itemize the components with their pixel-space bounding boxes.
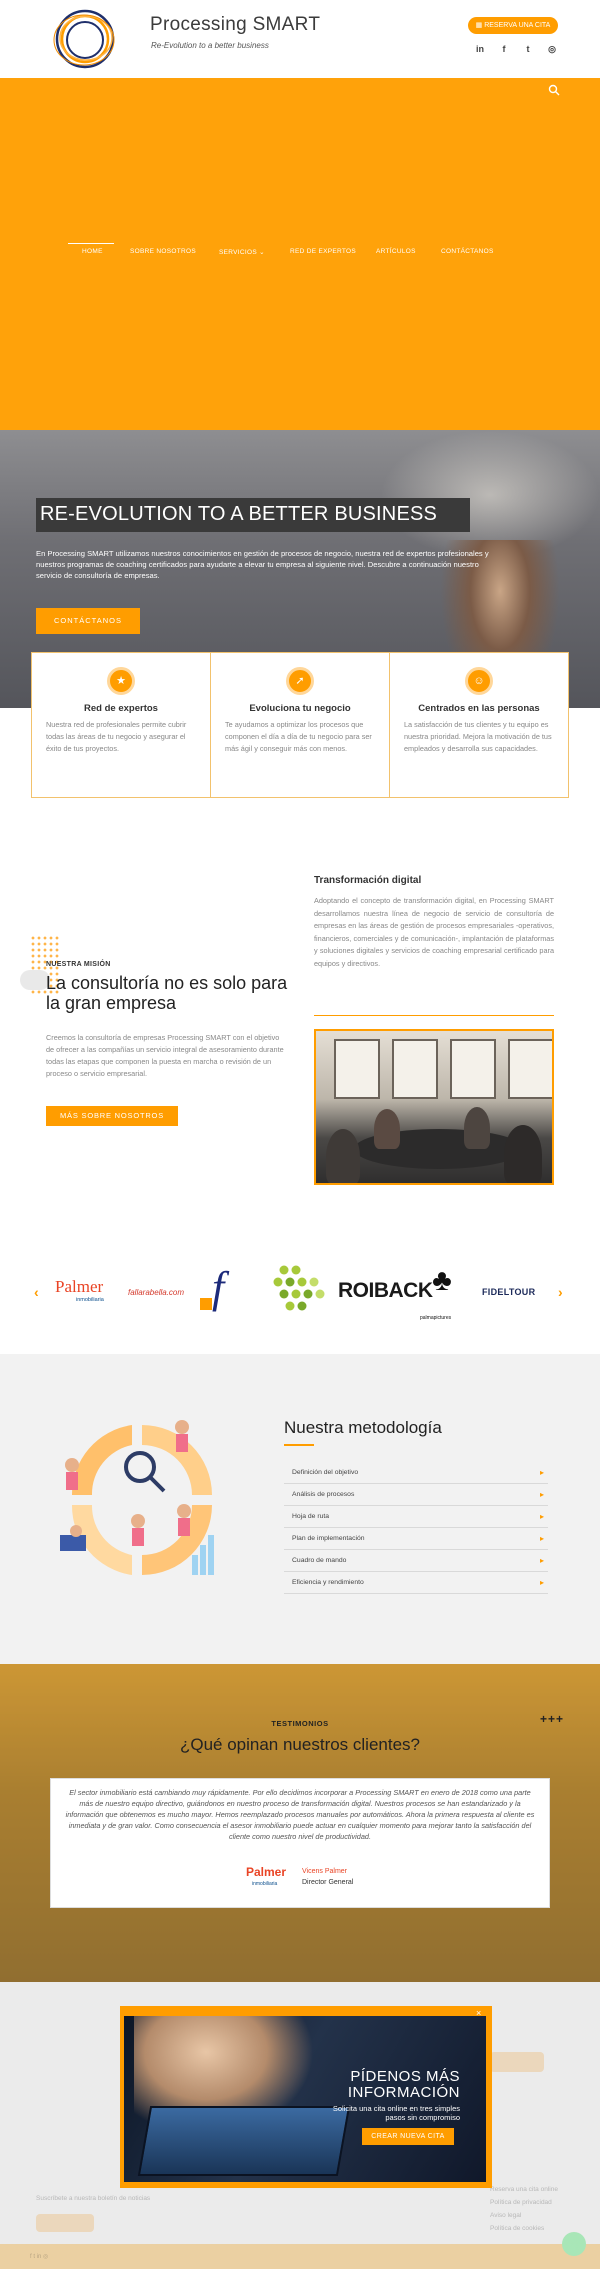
nav-item-home[interactable]: HOME (82, 248, 103, 255)
client-logo-square (200, 1298, 212, 1310)
methodology-accordion: Definición del objetivo ▸ Análisis de pro… (284, 1462, 548, 1594)
digital-text: Adoptando el concepto de transformación … (314, 896, 554, 968)
search-icon[interactable] (548, 84, 560, 96)
feature-title: Evoluciona tu negocio (249, 703, 351, 714)
client-logo-roiback-text: ROIBACK (338, 1279, 433, 1302)
carousel-prev-icon[interactable]: ‹ (34, 1284, 39, 1300)
mission-text: Creemos la consultoría de empresas Proce… (46, 1033, 284, 1078)
linkedin-icon[interactable]: in (474, 43, 486, 55)
accordion-item[interactable]: Definición del objetivo ▸ (284, 1462, 548, 1484)
nav-item-contact[interactable]: CONTÁCTANOS (441, 248, 494, 255)
chevron-right-icon: ▸ (539, 1468, 544, 1477)
accordion-item-label: Cuadro de mando (292, 1557, 347, 1564)
calendar-icon: ▦ (475, 22, 485, 29)
contact-button[interactable]: CONTÁCTANOS (36, 608, 140, 634)
methodology-illustration (60, 1420, 214, 1575)
accordion-item[interactable]: Cuadro de mando ▸ (284, 1550, 548, 1572)
main-nav: HOME SOBRE NOSOTROS SERVICIOS ⌄ RED DE E… (60, 248, 500, 262)
nav-item-experts[interactable]: RED DE EXPERTOS (290, 248, 356, 255)
client-logo-dots (273, 1265, 325, 1311)
feature-title: Centrados en las personas (418, 703, 540, 714)
site-header: Processing SMART Re-Evolution to a bette… (0, 0, 600, 78)
rocket-icon: ➚ (286, 667, 314, 695)
accordion-item-label: Plan de implementación (292, 1535, 365, 1542)
feature-text: La satisfacción de tus clientes y tu equ… (404, 720, 552, 753)
nav-item-services[interactable]: SERVICIOS ⌄ (219, 248, 265, 256)
divider (314, 1015, 554, 1016)
client-logo-palmer: Palmer (55, 1277, 104, 1296)
book-appointment-label: RESERVA UNA CITA (484, 22, 551, 29)
facebook-icon[interactable]: f (498, 43, 510, 55)
accordion-item[interactable]: Hoja de ruta ▸ (284, 1506, 548, 1528)
popup-image-tablet (137, 2106, 351, 2176)
accordion-item[interactable]: Plan de implementación ▸ (284, 1528, 548, 1550)
testimonials-title: ¿Qué opinan nuestros clientes? (179, 1735, 421, 1754)
nav-item-articles[interactable]: ARTÍCULOS (376, 248, 416, 255)
accordion-item[interactable]: Análisis de procesos ▸ (284, 1484, 548, 1506)
nav-active-indicator (68, 243, 114, 244)
testimonial-quote: El sector inmobiliario está cambiando mu… (65, 1788, 535, 1841)
client-logo-f: f (212, 1263, 225, 1312)
testimonial-logo-sub: inmobiliaria (252, 1881, 278, 1887)
digital-title: Transformación digital (314, 875, 422, 886)
testimonial-logo: Palmer (246, 1865, 287, 1879)
about-us-button[interactable]: MÁS SOBRE NOSOTROS (46, 1106, 178, 1126)
client-logo-roiback: ROIBACK (338, 1279, 433, 1303)
star-icon: ★ (107, 667, 135, 695)
chevron-right-icon: ▸ (539, 1534, 544, 1543)
client-logo-fideltour: FIDELTOUR (482, 1287, 536, 1297)
chevron-down-icon: ⌄ (256, 249, 265, 256)
accordion-item-label: Eficiencia y rendimiento (292, 1579, 364, 1586)
accordion-item-label: Hoja de ruta (292, 1513, 330, 1520)
feature-text: Nuestra red de profesionales permite cub… (46, 720, 187, 753)
people-icon: ☺ (465, 667, 493, 695)
feature-text: Te ayudamos a optimizar los procesos que… (225, 720, 372, 753)
client-logo-palmapictures: palmapictures (420, 1315, 452, 1321)
accordion-item-label: Análisis de procesos (292, 1491, 355, 1498)
feature-cards: ★ Red de expertos Nuestra red de profesi… (31, 652, 569, 798)
mission-kicker: NUESTRA MISIÓN (46, 961, 111, 968)
feature-card: ➚ Evoluciona tu negocio Te ayudamos a op… (211, 653, 390, 797)
nav-item-services-label: SERVICIOS (219, 249, 257, 256)
whatsapp-icon[interactable] (562, 2232, 586, 2256)
twitter-icon[interactable]: t (522, 43, 534, 55)
chevron-right-icon: ▸ (539, 1556, 544, 1565)
site-tagline: Re-Evolution to a better business (151, 41, 269, 50)
testimonial-author: Vicens Palmer (302, 1868, 348, 1875)
social-links: in f t ◎ (474, 43, 558, 57)
chevron-right-icon: ▸ (539, 1512, 544, 1521)
divider (284, 1444, 314, 1446)
feature-card: ★ Red de expertos Nuestra red de profesi… (32, 653, 211, 797)
client-logo-palmer-sub: inmobiliaria (76, 1297, 104, 1303)
popup-text: Solicita una cita online en tres simples… (332, 2104, 460, 2122)
new-appointment-button[interactable]: CREAR NUEVA CITA (362, 2128, 454, 2145)
testimonials-kicker: TESTIMONIOS (271, 1719, 329, 1728)
popup-title: PÍDENOS MÁS INFORMACIÓN (347, 2068, 460, 2101)
accordion-item[interactable]: Eficiencia y rendimiento ▸ (284, 1572, 548, 1594)
methodology-title: Nuestra metodología (284, 1418, 442, 1437)
mission-title: La consultoría no es solo para la gran e… (46, 973, 288, 1013)
processing-smart-logo[interactable] (50, 4, 120, 74)
testimonial-role: Director General (302, 1879, 354, 1886)
instagram-icon[interactable]: ◎ (546, 43, 558, 55)
photo-frame (314, 1029, 554, 1185)
hero-title: RE-EVOLUTION TO A BETTER BUSINESS (40, 503, 438, 525)
palm-tree-icon: ♣ (432, 1264, 452, 1297)
chevron-right-icon: ▸ (539, 1490, 544, 1499)
site-title[interactable]: Processing SMART (150, 14, 320, 36)
book-appointment-button[interactable]: ▦ RESERVA UNA CITA (468, 17, 558, 34)
chevron-right-icon: ▸ (539, 1578, 544, 1587)
feature-card: ☺ Centrados en las personas La satisfacc… (390, 653, 568, 797)
client-logo-fallarabella: fallarabella.com (128, 1288, 185, 1297)
nav-item-about[interactable]: SOBRE NOSOTROS (130, 248, 196, 255)
feature-title: Red de expertos (84, 703, 158, 714)
accordion-item-label: Definición del objetivo (292, 1469, 359, 1476)
hero-description: En Processing SMART utilizamos nuestros … (36, 549, 489, 580)
carousel-next-icon[interactable]: › (558, 1284, 563, 1300)
close-icon[interactable]: × (476, 2008, 481, 2018)
